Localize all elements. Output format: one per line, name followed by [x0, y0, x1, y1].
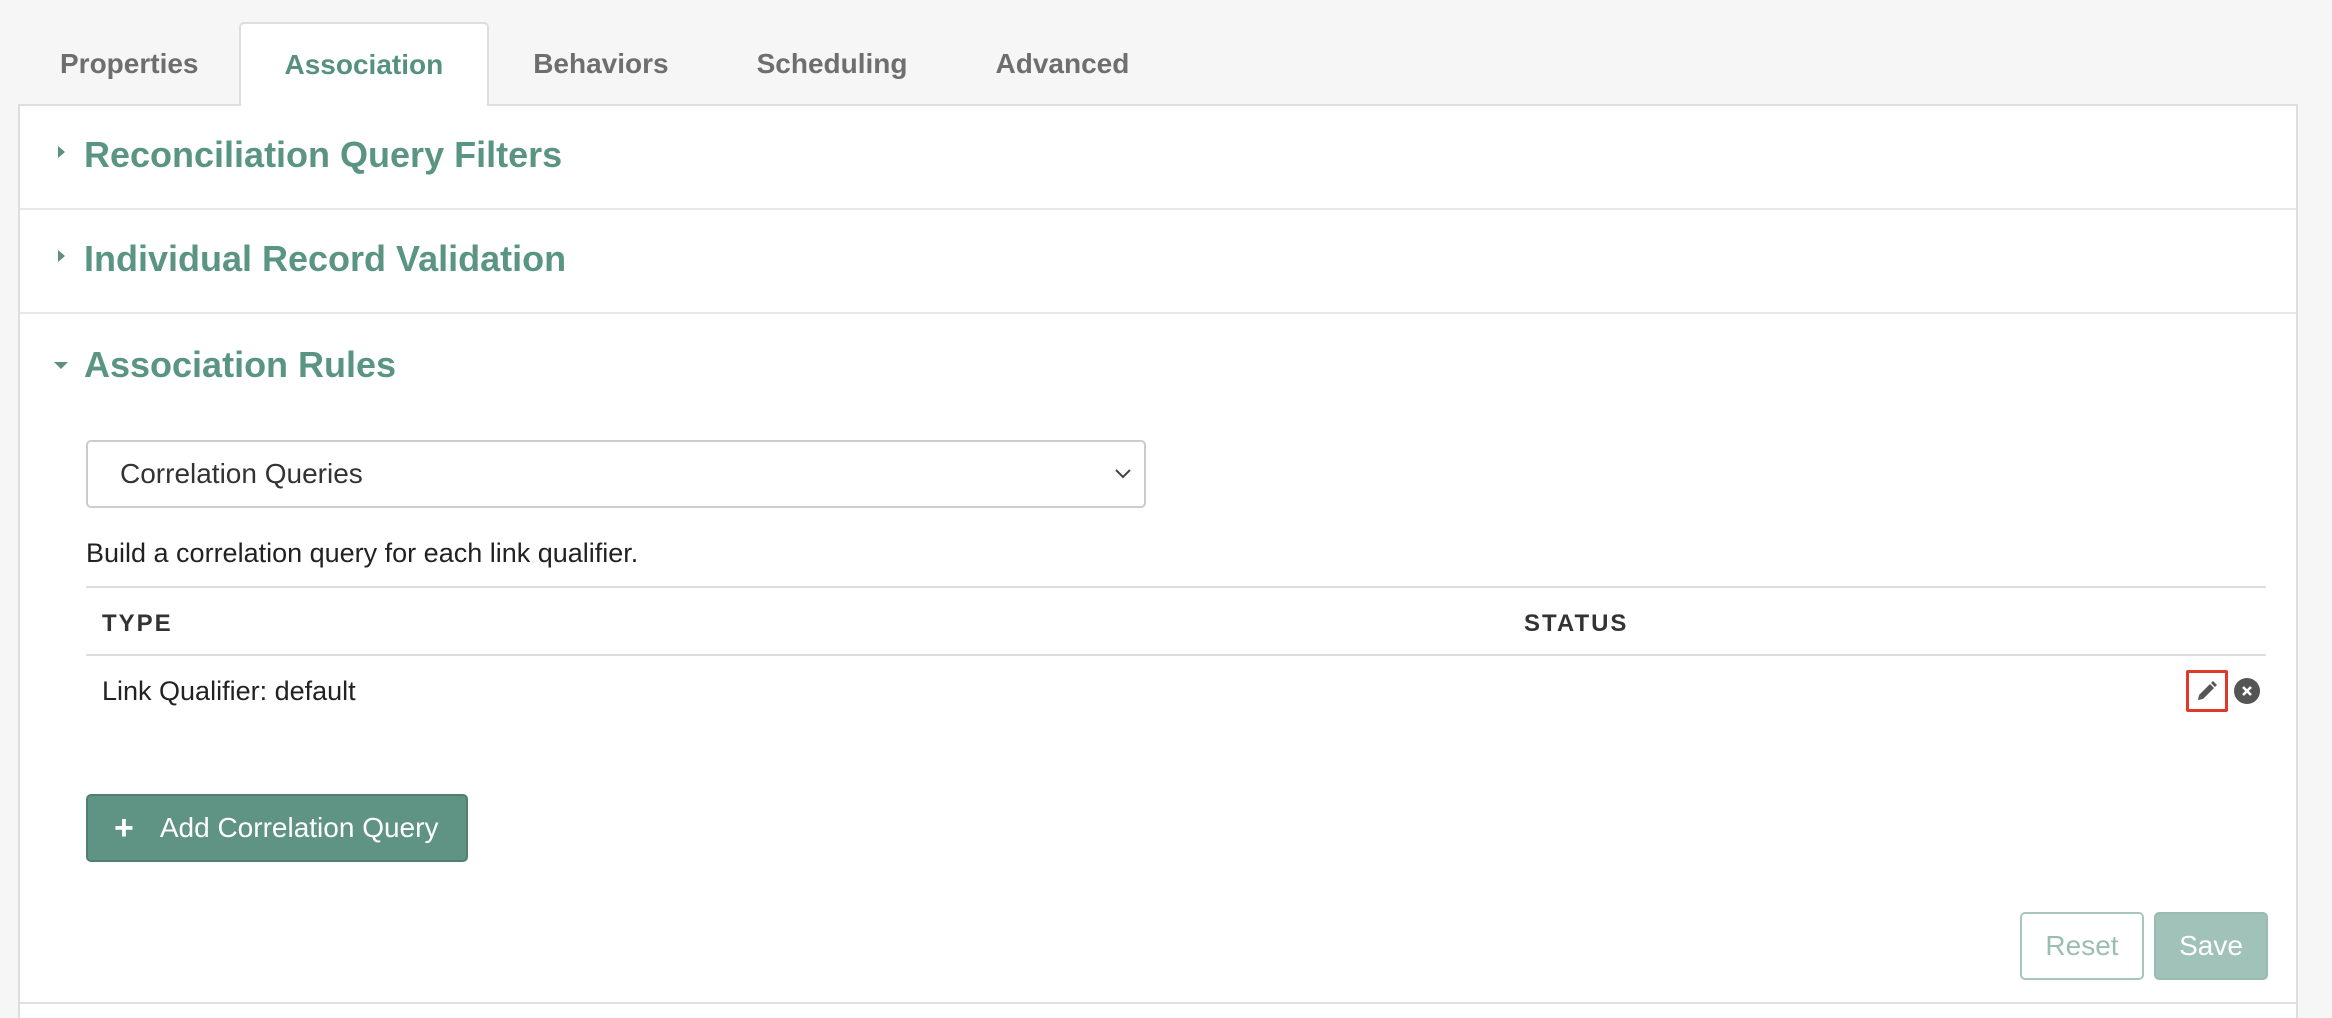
select-value: Correlation Queries: [120, 458, 363, 489]
divider: [20, 1002, 2296, 1004]
section-title: Reconciliation Query Filters: [84, 134, 563, 175]
helper-text: Build a correlation query for each link …: [86, 538, 639, 568]
plus-icon: +: [114, 809, 134, 847]
column-header-status: STATUS: [1524, 610, 1629, 637]
section-title: Individual Record Validation: [84, 238, 567, 279]
section-title: Association Rules: [84, 344, 397, 385]
section-individual-record-validation[interactable]: Individual Record Validation: [20, 210, 2296, 314]
tab-advanced[interactable]: Advanced: [952, 22, 1174, 106]
rule-type-select[interactable]: Correlation Queries: [86, 440, 1146, 508]
caret-down-icon: [54, 362, 68, 369]
caret-right-icon: [58, 250, 65, 262]
add-correlation-query-button[interactable]: + Add Correlation Query: [86, 794, 468, 862]
row-type-cell: Link Qualifier: default: [102, 676, 356, 706]
tab-properties[interactable]: Properties: [18, 22, 239, 106]
tab-scheduling[interactable]: Scheduling: [713, 22, 952, 106]
section-reconciliation-query-filters[interactable]: Reconciliation Query Filters: [20, 106, 2296, 210]
pencil-icon: [2198, 681, 2217, 700]
reset-button[interactable]: Reset: [2020, 912, 2144, 980]
table-header: TYPE STATUS: [86, 588, 2266, 656]
remove-button[interactable]: [2234, 678, 2260, 704]
caret-right-icon: [58, 146, 65, 158]
tab-bar: Properties Association Behaviors Schedul…: [18, 22, 1173, 106]
chevron-down-icon: [1115, 469, 1131, 479]
association-rules-body: Correlation Queries Build a correlation …: [20, 418, 2296, 1018]
column-header-type: TYPE: [102, 610, 173, 637]
save-button[interactable]: Save: [2154, 912, 2268, 980]
section-association-rules[interactable]: Association Rules: [20, 314, 2296, 418]
edit-button[interactable]: [2186, 670, 2228, 712]
tab-behaviors[interactable]: Behaviors: [489, 22, 712, 106]
association-panel: Reconciliation Query Filters Individual …: [18, 104, 2298, 1018]
close-circle-icon: [2242, 686, 2252, 696]
add-button-label: Add Correlation Query: [159, 812, 439, 843]
tab-association[interactable]: Association: [238, 22, 490, 106]
table-row: Link Qualifier: default: [86, 656, 2266, 730]
correlation-query-table: TYPE STATUS Link Qualifier: default: [86, 586, 2266, 730]
